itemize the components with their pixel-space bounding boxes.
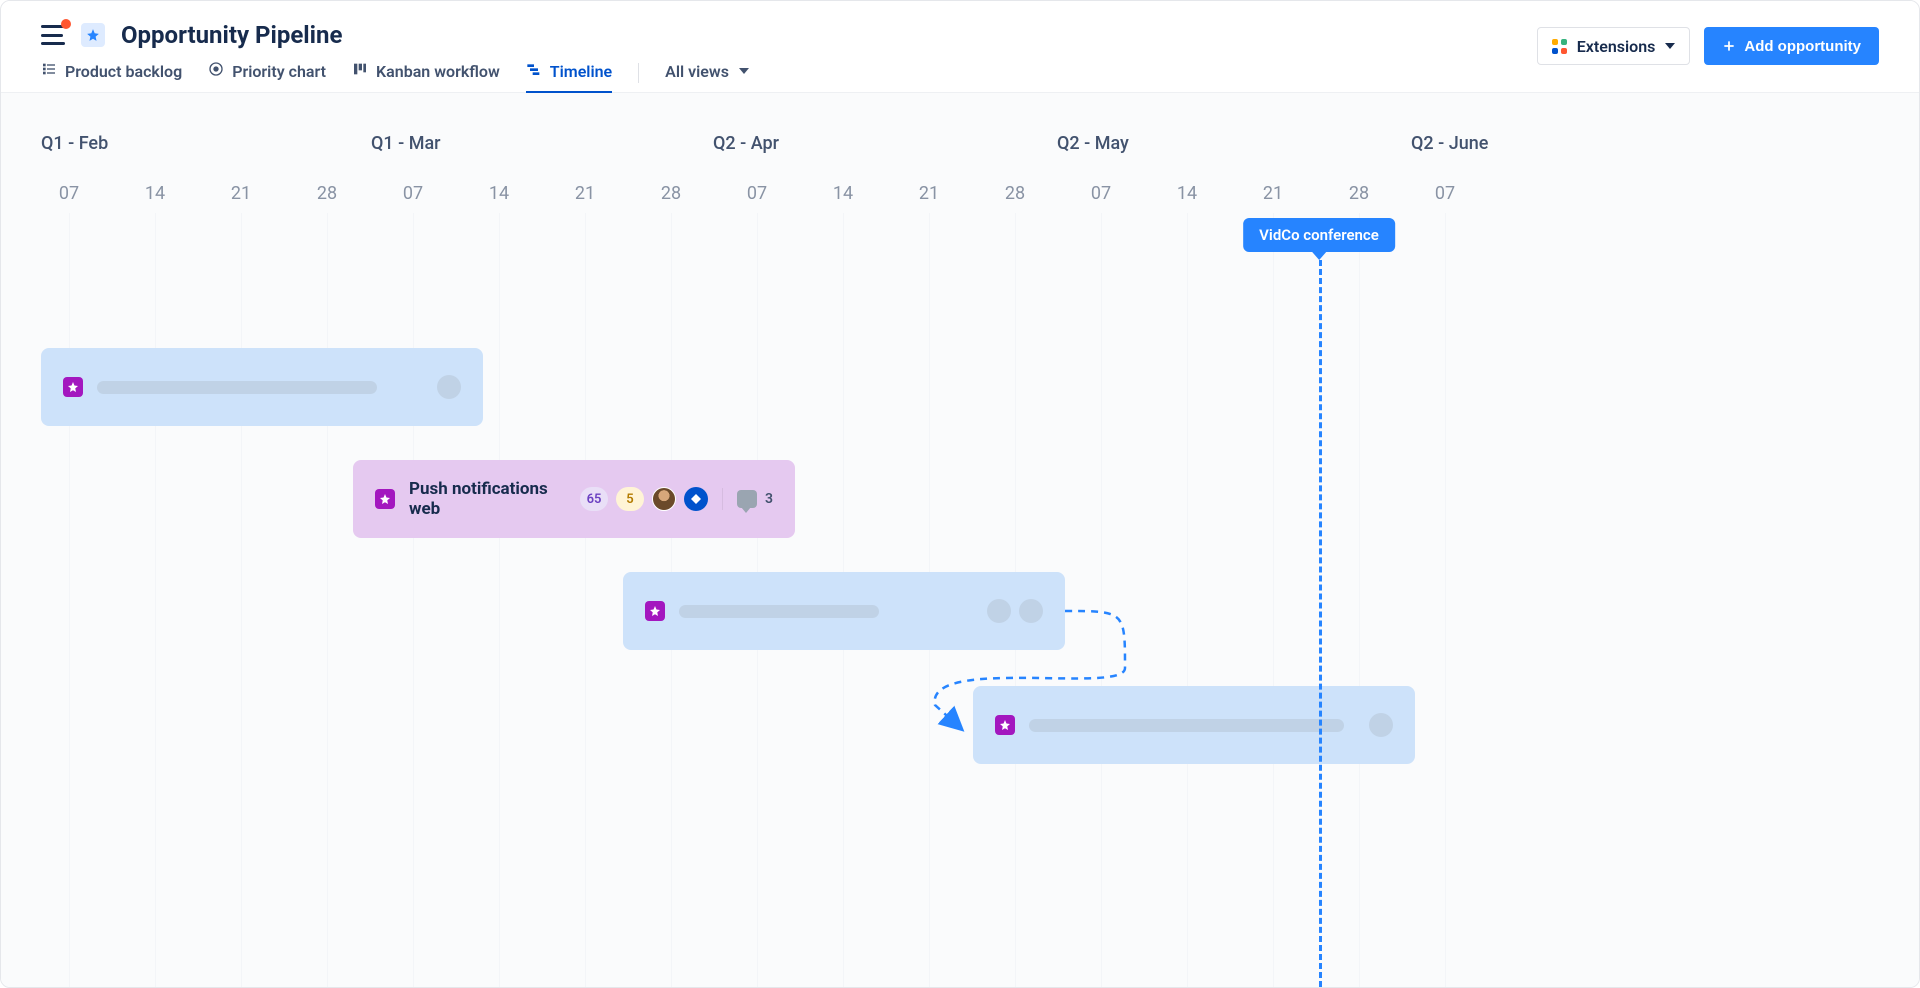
extensions-icon: [1552, 39, 1567, 54]
timeline-card[interactable]: [41, 348, 483, 426]
day-tick: 07: [1415, 183, 1475, 204]
app-frame: Opportunity Pipeline Extensions Add oppo…: [0, 0, 1920, 988]
gridline: [1445, 213, 1446, 987]
assignee-avatar[interactable]: [652, 487, 676, 511]
gridline: [1187, 213, 1188, 987]
day-tick: 28: [641, 183, 701, 204]
caret-down-icon: [739, 68, 749, 74]
feature-icon: [375, 489, 395, 509]
month-label: Q1 - Mar: [371, 133, 441, 154]
tab-timeline[interactable]: Timeline: [526, 61, 612, 94]
gridline: [1273, 213, 1274, 987]
effort-pill: 65: [580, 487, 608, 511]
timeline-card[interactable]: [973, 686, 1415, 764]
notification-dot-icon: [61, 19, 71, 29]
timeline-body[interactable]: Q1 - Feb Q1 - Mar Q2 - Apr Q2 - May Q2 - Jun…: [1, 93, 1919, 987]
timeline-card[interactable]: [623, 572, 1065, 650]
day-tick: 21: [555, 183, 615, 204]
tab-label: Kanban workflow: [376, 62, 500, 81]
dependency-arrow: [1, 93, 1919, 987]
gridline: [327, 213, 328, 987]
timeline-card[interactable]: Push notifications web 65 5 3: [353, 460, 795, 538]
timeline-marker-label[interactable]: VidCo conference: [1243, 218, 1395, 252]
month-label: Q2 - June: [1411, 133, 1488, 154]
month-label: Q2 - Apr: [713, 133, 779, 154]
tab-label: Timeline: [550, 62, 612, 81]
tab-label: Product backlog: [65, 62, 182, 81]
assignee-placeholder: [1369, 713, 1393, 737]
timeline-marker-line: [1319, 233, 1322, 987]
plus-icon: [1722, 39, 1736, 53]
day-tick: 07: [383, 183, 443, 204]
add-opportunity-label: Add opportunity: [1744, 38, 1861, 55]
assignee-placeholder: [437, 375, 461, 399]
add-opportunity-button[interactable]: Add opportunity: [1704, 27, 1879, 65]
day-tick: 14: [125, 183, 185, 204]
target-icon: [208, 61, 224, 81]
tab-label: Priority chart: [232, 62, 326, 81]
day-tick: 28: [985, 183, 1045, 204]
card-title-placeholder: [97, 381, 377, 394]
extensions-label: Extensions: [1577, 37, 1656, 56]
tab-backlog[interactable]: Product backlog: [41, 61, 182, 94]
caret-down-icon: [1665, 43, 1675, 49]
feature-icon: [63, 377, 83, 397]
gridline: [1101, 213, 1102, 987]
day-tick: 28: [297, 183, 357, 204]
assignee-placeholder: [1019, 599, 1043, 623]
card-title-placeholder: [1029, 719, 1344, 732]
tab-kanban[interactable]: Kanban workflow: [352, 61, 500, 94]
day-tick: 21: [899, 183, 959, 204]
gridline: [155, 213, 156, 987]
tab-allviews[interactable]: All views: [665, 62, 749, 94]
gridline: [585, 213, 586, 987]
day-tick: 21: [211, 183, 271, 204]
hamburger-menu-icon[interactable]: [41, 25, 65, 45]
gridline: [1359, 213, 1360, 987]
month-label: Q2 - May: [1057, 133, 1129, 154]
page-title: Opportunity Pipeline: [121, 21, 342, 49]
list-icon: [41, 61, 57, 81]
gridline: [69, 213, 70, 987]
score-pill: 5: [616, 487, 644, 511]
jira-icon[interactable]: [684, 487, 708, 511]
tab-priority[interactable]: Priority chart: [208, 61, 326, 94]
day-tick: 14: [813, 183, 873, 204]
header: Opportunity Pipeline Extensions Add oppo…: [1, 1, 1919, 93]
comment-count: 3: [765, 491, 773, 507]
day-scale: 07 14 21 28 07 14 21 28 07 14 21 28 07 14 21 28 07: [1, 183, 1919, 213]
card-title: Push notifications web: [409, 479, 566, 519]
timeline-icon: [526, 61, 542, 81]
day-tick: 07: [727, 183, 787, 204]
feature-icon: [645, 601, 665, 621]
favorite-star-icon[interactable]: [81, 23, 105, 47]
day-tick: 14: [1157, 183, 1217, 204]
feature-icon: [995, 715, 1015, 735]
month-label: Q1 - Feb: [41, 133, 108, 154]
tab-label: All views: [665, 62, 729, 81]
comment-icon[interactable]: [737, 490, 757, 508]
day-tick: 14: [469, 183, 529, 204]
day-tick: 21: [1243, 183, 1303, 204]
day-tick: 28: [1329, 183, 1389, 204]
day-tick: 07: [39, 183, 99, 204]
gridline: [413, 213, 414, 987]
gridline: [499, 213, 500, 987]
day-tick: 07: [1071, 183, 1131, 204]
extensions-button[interactable]: Extensions: [1537, 27, 1691, 65]
card-title-placeholder: [679, 605, 879, 618]
gridline: [241, 213, 242, 987]
columns-icon: [352, 61, 368, 81]
assignee-placeholder: [987, 599, 1011, 623]
view-tabs: Product backlog Priority chart Kanban work…: [41, 61, 1879, 94]
